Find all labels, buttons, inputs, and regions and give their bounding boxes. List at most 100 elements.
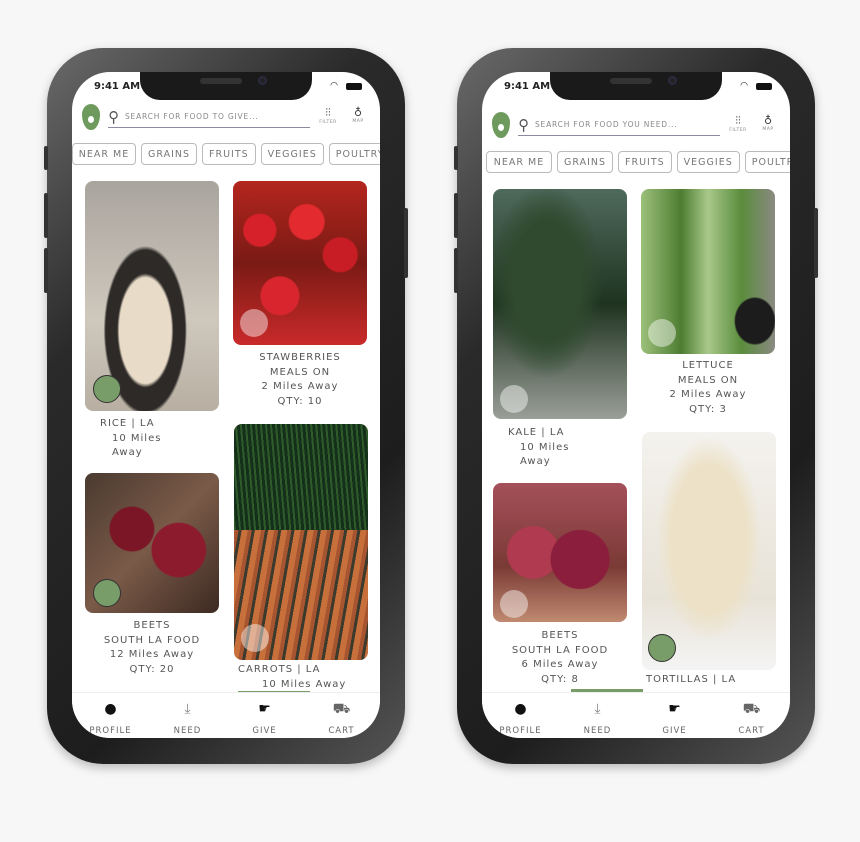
nav-cart[interactable]: ⛟ CART	[713, 693, 790, 738]
chip-near-me[interactable]: NEAR ME	[486, 151, 552, 173]
status-icons: ◠	[330, 81, 362, 91]
food-card-beets[interactable]	[493, 483, 627, 622]
card-caption: BEETS SOUTH LA FOOD 12 Miles Away QTY: 20	[85, 619, 219, 677]
card-caption: BEETS SOUTH LA FOOD 6 Miles Away QTY: 8	[493, 629, 627, 687]
select-dot[interactable]	[93, 579, 121, 607]
phone-give: 9:41 AM ◠ ⚲ SEARCH FOR FOOD TO GIVE... ⫶⫶…	[44, 48, 408, 764]
text-line: KALE | LA	[508, 427, 565, 438]
food-card-kale[interactable]	[493, 189, 627, 419]
person-icon: ●	[104, 701, 117, 717]
food-card-strawberries[interactable]	[233, 181, 367, 345]
text-line: GIVE	[662, 726, 687, 736]
battery-icon	[346, 82, 362, 90]
text-line: 6 Miles Away	[521, 659, 599, 670]
text-line: FILTER	[729, 128, 747, 133]
chip-fruits[interactable]: FRUITS	[202, 143, 256, 165]
select-dot[interactable]	[240, 309, 268, 337]
person-icon: ●	[514, 701, 527, 717]
chip-grains[interactable]: GRAINS	[141, 143, 198, 165]
text-line: GIVE	[252, 726, 277, 736]
avocado-logo-icon	[492, 112, 510, 138]
bottom-nav: ● PROFILE ⤓ NEED ☛ GIVE ⛟ CART	[482, 692, 790, 738]
wifi-icon: ◠	[740, 81, 748, 91]
screen: 9:41 AM ◠ ⚲ SEARCH FOR FOOD YOU NEED... ⫶…	[482, 72, 790, 738]
text-line: 10 Miles	[520, 441, 570, 453]
text-line: CART	[738, 726, 765, 736]
chip-fruits[interactable]: FRUITS	[618, 151, 672, 173]
status-time: 9:41 AM	[504, 81, 551, 92]
map-button[interactable]: ♁ MAP	[757, 114, 779, 132]
map-button[interactable]: ♁ MAP	[347, 106, 369, 124]
text-line: SEARCH FOR FOOD TO GIVE...	[125, 112, 259, 121]
status-icons: ◠	[740, 81, 772, 91]
food-card-rice[interactable]	[85, 181, 219, 411]
card-caption: TORTILLAS | LA	[646, 673, 780, 688]
filter-button[interactable]: ⫶⫶ FILTER	[727, 114, 749, 133]
nav-need[interactable]: ⤓ NEED	[559, 693, 636, 738]
chip-veggies[interactable]: VEGGIES	[260, 143, 324, 165]
battery-icon	[756, 82, 772, 90]
text-line: QTY: 10	[277, 395, 323, 407]
nav-profile[interactable]: ● PROFILE	[72, 693, 149, 738]
phone-need: 9:41 AM ◠ ⚲ SEARCH FOR FOOD YOU NEED... ⫶…	[454, 48, 818, 764]
chip-near-me[interactable]: NEAR ME	[72, 143, 136, 165]
map-pin-icon: ♁	[763, 114, 773, 127]
food-card-carrots[interactable]	[234, 424, 368, 660]
sliders-icon: ⫶⫶	[325, 106, 331, 119]
select-dot[interactable]	[241, 624, 269, 652]
select-dot[interactable]	[500, 590, 528, 618]
card-caption: LETTUCE MEALS ON 2 Miles Away QTY: 3	[641, 359, 775, 417]
text-line: QTY: 3	[689, 403, 727, 415]
map-pin-icon: ♁	[353, 106, 363, 119]
food-card-tortillas[interactable]	[642, 432, 776, 670]
text-line: LETTUCE	[682, 360, 734, 371]
text-line: 2 Miles Away	[669, 389, 747, 400]
chip-poultry[interactable]: POULTRY	[328, 143, 380, 165]
text-line: FILTER	[319, 120, 337, 125]
chip-poultry[interactable]: POULTRY	[744, 151, 790, 173]
text-line: Away	[112, 447, 143, 458]
screen: 9:41 AM ◠ ⚲ SEARCH FOR FOOD TO GIVE... ⫶⫶…	[72, 72, 380, 738]
text-line: NEED	[173, 726, 202, 736]
select-dot[interactable]	[93, 375, 121, 403]
search-icon: ⚲	[518, 115, 529, 134]
text-line: SEARCH FOR FOOD YOU NEED...	[535, 120, 678, 129]
text-line: BEETS	[541, 630, 579, 641]
text-line: STAWBERRIES	[259, 352, 341, 363]
chip-veggies[interactable]: VEGGIES	[676, 151, 740, 173]
text-line: PROFILE	[89, 726, 132, 736]
hand-receive-icon: ⤓	[594, 701, 601, 717]
food-card-beets[interactable]	[85, 473, 219, 613]
select-dot[interactable]	[648, 319, 676, 347]
hand-receive-icon: ⤓	[184, 701, 191, 717]
select-dot[interactable]	[500, 385, 528, 413]
search-input[interactable]: ⚲ SEARCH FOR FOOD YOU NEED...	[518, 114, 720, 136]
bottom-nav: ● PROFILE ⤓ NEED ☛ GIVE ⛟ CART	[72, 692, 380, 738]
text-line: PROFILE	[499, 726, 542, 736]
chip-grains[interactable]: GRAINS	[557, 151, 614, 173]
text-line: 10 Miles	[112, 432, 162, 444]
text-line: Away	[520, 456, 551, 467]
status-time: 9:41 AM	[94, 81, 141, 92]
food-card-lettuce[interactable]	[641, 189, 775, 354]
nav-give[interactable]: ☛ GIVE	[226, 693, 303, 738]
text-line: QTY: 20	[129, 663, 175, 675]
card-caption: CARROTS | LA 10 Miles Away	[238, 663, 372, 692]
nav-profile[interactable]: ● PROFILE	[482, 693, 559, 738]
text-line: QTY: 8	[541, 673, 579, 685]
text-line: CARROTS | LA	[238, 664, 321, 675]
nav-need[interactable]: ⤓ NEED	[149, 693, 226, 738]
select-dot[interactable]	[648, 634, 676, 662]
filter-button[interactable]: ⫶⫶ FILTER	[317, 106, 339, 125]
card-caption: RICE | LA 10 Miles Away	[100, 417, 234, 461]
text-line: MAP	[762, 127, 774, 132]
text-line: CART	[328, 726, 355, 736]
nav-give[interactable]: ☛ GIVE	[636, 693, 713, 738]
hand-give-icon: ☛	[258, 701, 271, 717]
avocado-logo-icon	[82, 104, 100, 130]
nav-cart[interactable]: ⛟ CART	[303, 693, 380, 738]
card-caption: KALE | LA 10 Miles Away	[508, 426, 642, 470]
text-line: MAP	[352, 119, 364, 124]
text-line: SOUTH LA FOOD	[103, 634, 201, 646]
search-input[interactable]: ⚲ SEARCH FOR FOOD TO GIVE...	[108, 106, 310, 128]
